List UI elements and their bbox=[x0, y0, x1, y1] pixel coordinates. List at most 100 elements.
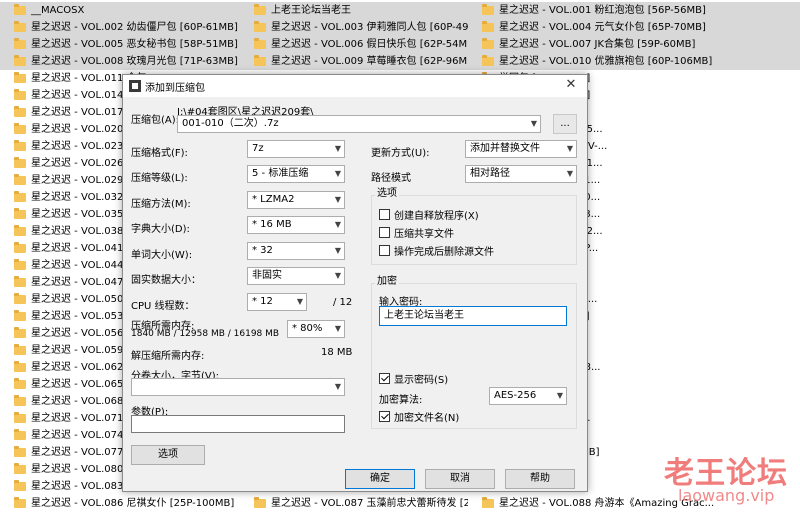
solid-combo[interactable]: 非固实 ▼ bbox=[247, 267, 345, 285]
file-name: 星之迟迟 - VOL.017 夜 bbox=[31, 107, 137, 118]
dialog-titlebar[interactable]: 添加到压缩包 ✕ bbox=[123, 75, 587, 97]
file-name: 星之迟迟 - VOL.010 优雅旗袍包 [60P-106MB] bbox=[499, 56, 713, 67]
7zip-app-icon bbox=[129, 80, 141, 92]
cpu-combo[interactable]: * 12 ▼ bbox=[247, 293, 307, 311]
cpu-label: CPU 线程数： bbox=[131, 301, 195, 312]
file-list-item[interactable]: 星之迟迟 - VOL.005 恶女秘书包 [58P-51MB] bbox=[0, 36, 240, 53]
delete-checkbox-row[interactable]: 操作完成后删除源文件 bbox=[379, 243, 494, 258]
show-password-checkbox[interactable] bbox=[379, 373, 390, 384]
file-list-item[interactable]: __MACOSX bbox=[0, 2, 240, 19]
add-to-archive-dialog: 添加到压缩包 ✕ 压缩包(A): I:\#04套图区\星之迟迟209套\ 001… bbox=[122, 74, 588, 492]
update-combo[interactable]: 添加并替换文件 ▼ bbox=[465, 140, 577, 158]
file-name: 星之迟迟 - VOL.086 尼祺女仆 [25P-100MB] bbox=[31, 498, 235, 509]
file-name: 星之迟迟 - VOL.083 英 bbox=[31, 481, 137, 492]
file-name: 星之迟迟 - VOL.004 元气女仆包 [65P-70MB] bbox=[499, 22, 706, 33]
password-value: 上老王论坛当老王 bbox=[384, 310, 464, 321]
mem-decomp-label: 解压缩所需内存: bbox=[131, 351, 205, 362]
mem-comp-value: 1840 MB / 12958 MB / 16198 MB bbox=[131, 329, 280, 339]
file-list-item[interactable]: 星之迟迟 - VOL.007 JK合集包 [59P-60MB] bbox=[468, 36, 800, 53]
folder-icon bbox=[482, 4, 494, 15]
options-button[interactable]: 选项 bbox=[131, 445, 205, 465]
cancel-button[interactable]: 取消 bbox=[425, 469, 495, 489]
sfx-checkbox[interactable] bbox=[379, 209, 390, 220]
file-list-item[interactable]: 星之迟迟 - VOL.002 幼齿僵尸包 [60P-61MB] bbox=[0, 19, 240, 36]
folder-icon bbox=[14, 89, 26, 100]
chevron-down-icon: ▼ bbox=[334, 144, 341, 153]
folder-icon bbox=[14, 293, 26, 304]
shared-checkbox-row[interactable]: 压缩共享文件 bbox=[379, 225, 454, 240]
file-list-item[interactable]: 星之迟迟 - VOL.006 假日快乐包 [62P-54MB] bbox=[240, 36, 468, 53]
folder-icon bbox=[14, 327, 26, 338]
folder-icon bbox=[14, 123, 26, 134]
encrypt-names-checkbox[interactable] bbox=[379, 411, 390, 422]
close-icon[interactable]: ✕ bbox=[563, 77, 579, 93]
cpu-value: * 12 bbox=[252, 296, 273, 307]
help-button[interactable]: 帮助 bbox=[505, 469, 575, 489]
file-name: 星之迟迟 - VOL.074 信 bbox=[31, 430, 137, 441]
method-value: * LZMA2 bbox=[252, 194, 295, 205]
cpu-max: / 12 bbox=[333, 297, 353, 308]
file-name: 星之迟迟 - VOL.006 假日快乐包 [62P-54MB] bbox=[271, 39, 468, 50]
format-combo[interactable]: 7z ▼ bbox=[247, 140, 345, 158]
folder-icon bbox=[14, 276, 26, 287]
dict-combo[interactable]: * 16 MB ▼ bbox=[247, 216, 345, 234]
file-list-item[interactable]: 星之迟迟 - VOL.087 玉藻前忠犬蕾斯待发 [25... bbox=[240, 495, 468, 512]
shared-checkbox[interactable] bbox=[379, 227, 390, 238]
file-name: 星之迟迟 - VOL.032 定 bbox=[31, 192, 137, 203]
archive-name-combo[interactable]: 001-010（二次）.7z ▼ bbox=[177, 115, 541, 133]
enc-method-label: 加密算法: bbox=[379, 395, 423, 406]
folder-icon bbox=[14, 259, 26, 270]
file-list-item[interactable]: 上老王论坛当老王 bbox=[240, 2, 468, 19]
file-name: 星之迟迟 - VOL.023 定 bbox=[31, 141, 137, 152]
word-combo[interactable]: * 32 ▼ bbox=[247, 242, 345, 260]
file-name: 星之迟迟 - VOL.062 特 bbox=[31, 362, 137, 373]
update-label: 更新方式(U): bbox=[371, 148, 430, 159]
chevron-down-icon: ▼ bbox=[566, 169, 573, 178]
folder-icon bbox=[14, 463, 26, 474]
sfx-checkbox-row[interactable]: 创建自释放程序(X) bbox=[379, 207, 479, 222]
folder-icon bbox=[482, 21, 494, 32]
dict-value: * 16 MB bbox=[252, 219, 292, 230]
split-combo[interactable]: ▼ bbox=[131, 378, 345, 396]
file-name: 星之迟迟 - VOL.047 露 bbox=[31, 277, 137, 288]
ok-button[interactable]: 确定 bbox=[345, 469, 415, 489]
chevron-down-icon: ▼ bbox=[334, 169, 341, 178]
show-password-row[interactable]: 显示密码(S) bbox=[379, 371, 448, 386]
folder-icon bbox=[14, 242, 26, 253]
folder-icon bbox=[14, 157, 26, 168]
format-value: 7z bbox=[252, 143, 264, 154]
file-list-item[interactable]: 星之迟迟 - VOL.010 优雅旗袍包 [60P-106MB] bbox=[468, 53, 800, 70]
mem-pct-combo[interactable]: * 80% ▼ bbox=[287, 320, 345, 338]
file-name: 星之迟迟 - VOL.014 人 bbox=[31, 90, 137, 101]
file-list-item[interactable]: 星之迟迟 - VOL.001 粉红泡泡包 [56P-56MB] bbox=[468, 2, 800, 19]
level-label: 压缩等级(L): bbox=[131, 173, 188, 184]
file-name: 星之迟迟 - VOL.035 定 bbox=[31, 209, 137, 220]
file-list-item[interactable]: 星之迟迟 - VOL.003 伊莉雅同人包 [60P-49M... bbox=[240, 19, 468, 36]
file-list-item[interactable]: 星之迟迟 - VOL.008 玫瑰月光包 [71P-63MB] bbox=[0, 53, 240, 70]
delete-checkbox[interactable] bbox=[379, 245, 390, 256]
method-combo[interactable]: * LZMA2 ▼ bbox=[247, 191, 345, 209]
chevron-down-icon: ▼ bbox=[296, 297, 303, 306]
params-input[interactable] bbox=[131, 415, 345, 433]
folder-icon bbox=[14, 395, 26, 406]
folder-icon bbox=[14, 4, 26, 15]
delete-label: 操作完成后删除源文件 bbox=[394, 247, 494, 258]
chevron-down-icon: ▼ bbox=[566, 144, 573, 153]
file-list-item[interactable]: 星之迟迟 - VOL.009 草莓睡衣包 [62P-96MB] bbox=[240, 53, 468, 70]
file-list-item[interactable]: 星之迟迟 - VOL.004 元气女仆包 [65P-70MB] bbox=[468, 19, 800, 36]
level-combo[interactable]: 5 - 标准压缩 ▼ bbox=[247, 165, 345, 183]
encrypt-names-row[interactable]: 加密文件名(N) bbox=[379, 409, 459, 424]
mem-pct-value: * 80% bbox=[292, 323, 323, 334]
folder-icon bbox=[14, 429, 26, 440]
archive-label: 压缩包(A): bbox=[131, 115, 180, 126]
path-combo[interactable]: 相对路径 ▼ bbox=[465, 165, 577, 183]
file-name: 星之迟迟 - VOL.002 幼齿僵尸包 [60P-61MB] bbox=[31, 22, 238, 33]
enc-method-combo[interactable]: AES-256 ▼ bbox=[489, 387, 567, 405]
password-input[interactable]: 上老王论坛当老王 bbox=[379, 306, 567, 326]
browse-button[interactable]: ... bbox=[553, 114, 577, 134]
mem-decomp-value: 18 MB bbox=[321, 347, 353, 358]
file-name: 星之迟迟 - VOL.041 定 bbox=[31, 243, 137, 254]
file-list-item[interactable]: 星之迟迟 - VOL.086 尼祺女仆 [25P-100MB] bbox=[0, 495, 240, 512]
file-name: 星之迟迟 - VOL.003 伊莉雅同人包 [60P-49M... bbox=[271, 22, 468, 33]
path-label: 路径模式 bbox=[371, 173, 411, 184]
